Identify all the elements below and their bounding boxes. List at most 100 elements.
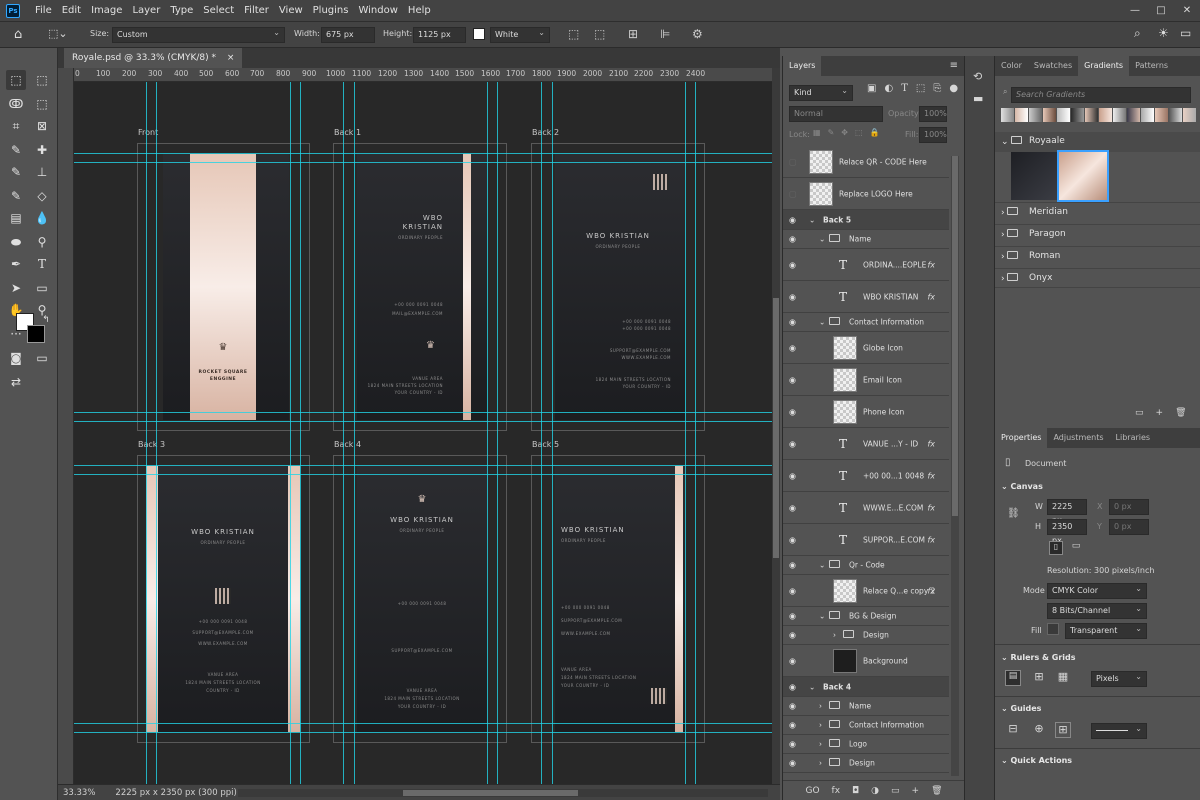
eye-icon[interactable]: ◉	[789, 561, 796, 570]
shape-filter-icon[interactable]: ⬚	[916, 83, 925, 94]
make-landscape-icon[interactable]: ⬚	[594, 27, 605, 41]
maximize-button[interactable]: □	[1148, 0, 1174, 22]
disclosure-open-icon[interactable]: ⌄	[809, 215, 815, 224]
pen-tool-icon[interactable]: ✒	[6, 254, 26, 274]
artboard-label-back4[interactable]: Back 4	[334, 440, 361, 449]
close-window-button[interactable]: ✕	[1174, 0, 1200, 22]
trash-icon[interactable]: 🗑	[1175, 408, 1186, 418]
eye-icon[interactable]: ◉	[789, 471, 796, 480]
color-mode-select[interactable]: CMYK Color	[1047, 583, 1147, 599]
guide-line[interactable]	[74, 723, 772, 724]
lightbulb-icon[interactable]: ☀	[1158, 26, 1169, 40]
eye-icon[interactable]: ◉	[789, 407, 796, 416]
canvas-vertical-scrollbar[interactable]	[772, 68, 780, 784]
tab-adjustments[interactable]: Adjustments	[1047, 428, 1109, 448]
stamp-tool-icon[interactable]: ⊥	[32, 162, 52, 182]
scrollbar-thumb[interactable]	[773, 298, 779, 558]
eye-icon[interactable]: ◉	[789, 535, 796, 544]
portrait-icon[interactable]: ▯	[1049, 541, 1063, 555]
screen-mode-icon[interactable]: ▭	[32, 348, 52, 368]
fill-input[interactable]: 100%	[919, 127, 947, 143]
document-tab[interactable]: Royale.psd @ 33.3% (CMYK/8) * ×	[64, 48, 243, 68]
menu-select[interactable]: Select	[198, 0, 239, 22]
eye-icon[interactable]: ◉	[789, 631, 796, 640]
blend-mode-select[interactable]: Normal	[789, 106, 883, 122]
disclosure-closed-icon[interactable]: ›	[819, 759, 822, 768]
layer-row[interactable]: ◉ Phone Icon	[783, 396, 949, 428]
add-artboard-icon[interactable]: ⊞	[628, 27, 638, 41]
fx-icon[interactable]: fx	[927, 292, 935, 301]
layer-row[interactable]: ◉ T SUPPOR...E.COM fx	[783, 524, 949, 556]
tab-color[interactable]: Color	[995, 56, 1028, 76]
eye-icon[interactable]: ◉	[789, 702, 796, 711]
layer-row[interactable]: ◉ › Design	[783, 626, 949, 645]
type-filter-icon[interactable]: T	[901, 83, 908, 94]
layer-row[interactable]: ◉ ⌄ BG & Design	[783, 607, 949, 626]
gradient-group-paragon[interactable]: › Paragon	[995, 224, 1200, 244]
artboard-label-back2[interactable]: Back 2	[532, 128, 559, 137]
eyedropper-icon[interactable]: ✎	[6, 140, 26, 160]
layer-row[interactable]: ◉ ⌄ Name	[783, 230, 949, 249]
ruler-units-select[interactable]: Pixels	[1091, 671, 1147, 687]
close-tab-icon[interactable]: ×	[227, 53, 235, 63]
fx-icon[interactable]: fx	[927, 471, 935, 480]
layer-row[interactable]: ◉ T ORDINA....EOPLE fx	[783, 249, 949, 281]
gradient-swatch[interactable]	[1127, 108, 1140, 122]
scrollbar-thumb[interactable]	[403, 790, 578, 796]
guide-line[interactable]	[685, 82, 686, 784]
layer-row[interactable]: ◉ › Logo	[783, 735, 949, 754]
fx-icon[interactable]: fx	[927, 439, 935, 448]
gradient-group-meridian[interactable]: › Meridian	[995, 202, 1200, 222]
fx-icon[interactable]: fx	[927, 503, 935, 512]
object-select-icon[interactable]: ⬚	[32, 94, 52, 114]
guide-line[interactable]	[290, 82, 291, 784]
share-icon[interactable]: ⇄	[6, 372, 26, 392]
eye-icon[interactable]: ◉	[789, 292, 796, 301]
marquee-tool-icon[interactable]: ⬚	[32, 70, 52, 90]
lock-position-icon[interactable]: ✥	[841, 128, 848, 137]
gradient-tool-icon[interactable]: ▤	[6, 208, 26, 228]
guide-line[interactable]	[74, 153, 772, 154]
kind-filter-select[interactable]: Kind	[789, 85, 853, 101]
artboard-row[interactable]: ◉ ⌄ Back 4	[783, 677, 949, 697]
menu-plugins[interactable]: Plugins	[308, 0, 354, 22]
layer-row[interactable]: ◉ T +00 00...1 0048 fx	[783, 460, 949, 492]
layer-row[interactable]: ◉ T WBO KRISTIAN fx	[783, 281, 949, 313]
frame-tool-icon[interactable]: ⊠	[32, 116, 52, 136]
height-input[interactable]: 1125 px	[413, 27, 466, 43]
visibility-off-icon[interactable]: ▢	[789, 189, 797, 198]
trash-icon[interactable]: 🗑	[931, 786, 942, 796]
gradient-swatch[interactable]	[1141, 108, 1154, 122]
guide-style-select[interactable]	[1091, 723, 1147, 739]
artboard-tool-icon[interactable]: ⬚	[6, 70, 26, 90]
path-select-icon[interactable]: ➤	[6, 278, 26, 298]
menu-type[interactable]: Type	[165, 0, 198, 22]
guides-section-title[interactable]: ⌄ Guides	[1001, 704, 1041, 713]
layer-row[interactable]: ◉ › Contact Information	[783, 716, 949, 735]
layer-row[interactable]: ◉ Globe Icon	[783, 332, 949, 364]
eraser-tool-icon[interactable]: ◇	[32, 186, 52, 206]
guide-line[interactable]	[695, 82, 696, 784]
canvas-section-title[interactable]: ⌄ Canvas	[1001, 482, 1043, 491]
minimize-button[interactable]: —	[1122, 0, 1148, 22]
gradient-swatch[interactable]	[1113, 108, 1126, 122]
disclosure-open-icon[interactable]: ⌄	[819, 235, 825, 244]
crop-tool-icon[interactable]: ⌗	[6, 116, 26, 136]
layer-row[interactable]: ◉ T WWW.E...E.COM fx	[783, 492, 949, 524]
workspace-icon[interactable]: ▭	[1180, 26, 1191, 40]
make-portrait-icon[interactable]: ⬚	[568, 27, 579, 41]
quick-actions-section-title[interactable]: ⌄ Quick Actions	[1001, 756, 1072, 765]
disclosure-open-icon[interactable]: ⌄	[819, 561, 825, 570]
eye-icon[interactable]: ◉	[789, 343, 796, 352]
canvas-x-input[interactable]: 0 px	[1109, 499, 1149, 515]
fx-icon[interactable]: fx	[927, 535, 935, 544]
layer-row[interactable]: ◉ ⌄ Qr - Code	[783, 556, 949, 575]
quick-mask-icon[interactable]: ◙	[6, 348, 26, 368]
gear-icon[interactable]: ⚙	[692, 27, 703, 41]
lock-all-icon[interactable]: 🔒	[870, 128, 880, 137]
adjustment-filter-icon[interactable]: ◐	[884, 83, 893, 94]
healing-brush-icon[interactable]: ✚	[32, 140, 52, 160]
new-gradient-icon[interactable]: +	[1156, 408, 1164, 418]
eye-icon[interactable]: ◉	[789, 586, 796, 595]
fx-icon[interactable]: fx	[927, 260, 935, 269]
